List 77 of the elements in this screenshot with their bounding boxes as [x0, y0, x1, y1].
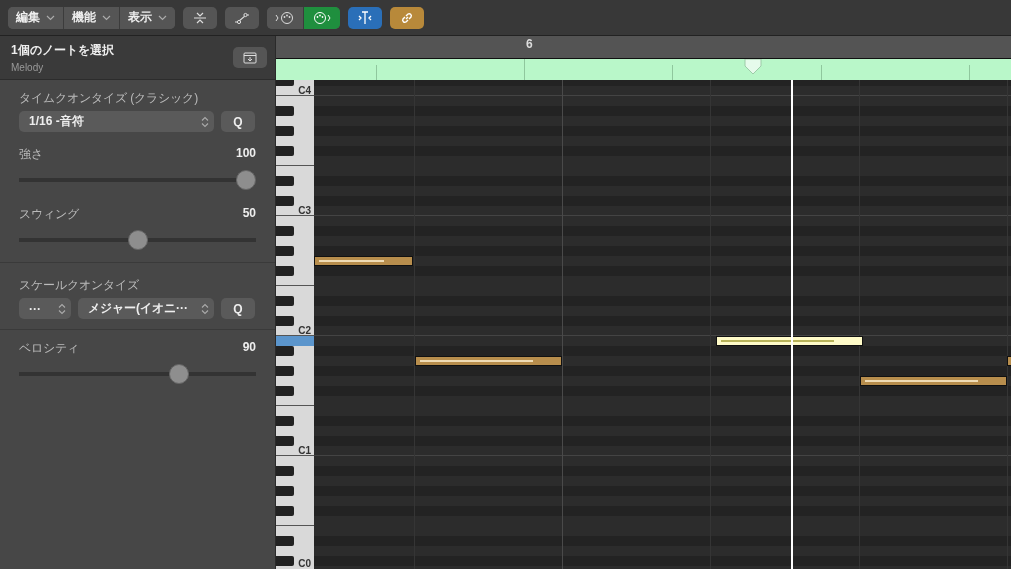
track-name: Melody — [11, 62, 45, 73]
menu-button[interactable]: 表示 — [119, 6, 175, 29]
bar-ruler[interactable]: 6 — [276, 36, 1011, 59]
section-title: スケールクオンタイズ — [19, 277, 140, 294]
sharp-key[interactable] — [276, 536, 294, 546]
updown-icon — [201, 302, 209, 315]
cycle-region[interactable] — [276, 59, 1011, 80]
sharp-key[interactable] — [276, 556, 294, 566]
quantize-button[interactable]: Q — [221, 111, 255, 132]
piano-keyboard[interactable]: C4 C3 C2 C1 C0 — [276, 80, 314, 569]
sharp-key[interactable] — [276, 316, 294, 326]
chevron-icon — [158, 14, 167, 21]
tool-button[interactable] — [183, 6, 217, 29]
sharp-key[interactable] — [276, 126, 294, 136]
toggle-button[interactable] — [348, 6, 382, 29]
sharp-key[interactable] — [276, 196, 294, 206]
sharp-key[interactable] — [276, 436, 294, 446]
midi-note[interactable] — [860, 376, 1007, 386]
root-select[interactable]: ··· — [19, 298, 71, 319]
scale-select[interactable]: メジャー(イオニ··· — [78, 298, 214, 319]
sharp-key[interactable] — [276, 146, 294, 156]
sharp-key[interactable] — [276, 416, 294, 426]
midi-note[interactable] — [314, 256, 413, 266]
sharp-key[interactable] — [276, 386, 294, 396]
midi-button[interactable] — [303, 6, 340, 29]
bar-tick — [524, 59, 525, 80]
highlighted-key[interactable] — [276, 336, 314, 346]
curve-node-icon — [234, 11, 250, 24]
sharp-key[interactable] — [276, 346, 294, 356]
sharp-key[interactable] — [276, 466, 294, 476]
sharp-key[interactable] — [276, 296, 294, 306]
updown-icon — [201, 115, 209, 128]
bar-number: 6 — [526, 37, 533, 51]
midi-note[interactable] — [415, 356, 562, 366]
octave-label: C0 — [298, 558, 311, 569]
sharp-key[interactable] — [276, 266, 294, 276]
octave-label: C4 — [298, 85, 311, 96]
collapse-icon — [193, 11, 207, 24]
sharp-key[interactable] — [276, 486, 294, 496]
slider-label: スウィング — [19, 206, 79, 223]
sharp-key[interactable] — [276, 226, 294, 236]
octave-label: C3 — [298, 205, 311, 216]
quantize-button[interactable]: Q — [221, 298, 255, 319]
slider-thumb[interactable] — [127, 230, 148, 250]
download-button[interactable] — [233, 47, 267, 68]
beat-tick — [821, 65, 822, 80]
section-title: タイムクオンタイズ (クラシック) — [19, 90, 200, 107]
beat-tick — [376, 65, 377, 80]
midi-out-icon — [312, 10, 332, 25]
slider-label: 強さ — [19, 146, 43, 163]
sharp-key[interactable] — [276, 106, 294, 116]
slider-label: ベロシティ — [19, 340, 79, 357]
toggle-button[interactable] — [390, 6, 424, 29]
chevron-icon — [46, 14, 55, 21]
slider-value: 50 — [242, 206, 256, 222]
octave-label: C2 — [298, 325, 311, 336]
sharp-key[interactable] — [276, 176, 294, 186]
sharp-key[interactable] — [276, 366, 294, 376]
slider-thumb[interactable] — [168, 364, 189, 384]
selection-title: 1個のノートを選択 — [11, 42, 114, 59]
tool-button[interactable] — [225, 6, 259, 29]
chevron-icon — [102, 14, 111, 21]
catch-icon — [357, 10, 373, 25]
midi-in-icon — [275, 10, 295, 25]
updown-icon — [58, 302, 66, 315]
beat-tick — [969, 65, 970, 80]
sharp-key[interactable] — [276, 246, 294, 256]
beat-tick — [672, 65, 673, 80]
slider-thumb[interactable] — [236, 170, 256, 190]
octave-label: C1 — [298, 445, 311, 456]
slider-value: 100 — [235, 146, 256, 162]
download-icon — [243, 51, 257, 64]
link-icon — [400, 10, 414, 25]
note-value-select[interactable]: 1/16 -音符 — [19, 111, 214, 132]
slider-value: 90 — [242, 340, 256, 356]
sharp-key[interactable] — [276, 506, 294, 516]
midi-note[interactable] — [716, 336, 863, 346]
